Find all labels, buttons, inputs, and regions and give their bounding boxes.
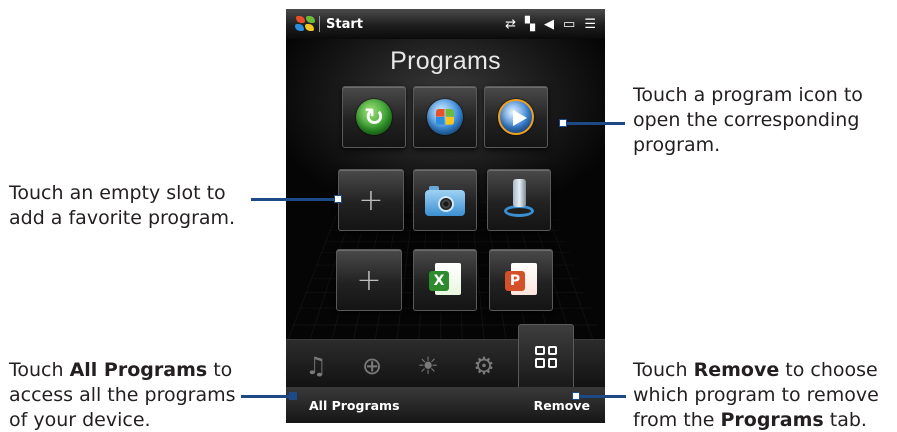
- leader-dot-remove: [572, 392, 580, 400]
- leader-line-all-programs: [241, 395, 293, 398]
- plus-icon: +: [358, 182, 384, 218]
- leader-line-program-icon: [565, 122, 625, 125]
- leader-line-remove: [576, 395, 626, 398]
- camera-icon: [425, 184, 465, 216]
- camera-tile[interactable]: [413, 169, 477, 231]
- page-title: Programs: [390, 47, 501, 75]
- internet-icon: ⊕: [361, 352, 383, 380]
- callout-all-programs: Touch All Programs to access all the pro…: [9, 359, 236, 431]
- tab-internet[interactable]: ⊕: [352, 348, 392, 384]
- programs-panel: Programs + + X P: [286, 39, 605, 344]
- callout-empty-slot: Touch an empty slot to add a favorite pr…: [9, 182, 236, 229]
- leader-dot-all-programs: [289, 392, 297, 400]
- empty-slot-1[interactable]: +: [338, 169, 404, 231]
- settings-icon: ⚙: [473, 352, 495, 380]
- menu-icon: ☰: [584, 16, 596, 32]
- excel-tile[interactable]: X: [413, 249, 477, 311]
- callout-program-icon: Touch a program icon to open the corresp…: [633, 84, 863, 156]
- signal-icon: ▚: [525, 16, 536, 32]
- phone-tile[interactable]: [487, 169, 551, 231]
- plus-icon: +: [356, 262, 382, 298]
- tab-weather[interactable]: ☀: [408, 348, 448, 384]
- leader-dot-program-icon: [559, 119, 567, 127]
- status-icons[interactable]: ⇄ ▚ ◀ ▭ ☰: [505, 17, 596, 32]
- status-bar: Start ⇄ ▚ ◀ ▭ ☰: [286, 9, 605, 39]
- weather-icon: ☀: [417, 352, 439, 380]
- programs-grid-icon: [535, 345, 557, 368]
- remove-softkey[interactable]: Remove: [534, 398, 590, 413]
- powerpoint-tile[interactable]: P: [489, 249, 553, 311]
- battery-icon: ▭: [563, 16, 576, 32]
- sync-icon: ⇄: [505, 16, 517, 32]
- music-icon: ♫: [305, 352, 327, 380]
- tab-bar: ♫ ⊕ ☀ ⚙: [286, 324, 605, 388]
- media-player-tile[interactable]: [484, 86, 548, 148]
- powerpoint-icon: P: [505, 263, 537, 297]
- windows-start-icon[interactable]: [294, 15, 316, 33]
- phone-icon: [504, 179, 534, 221]
- excel-icon: X: [429, 263, 461, 297]
- phone-screen: Start ⇄ ▚ ◀ ▭ ☰ Programs +: [286, 9, 605, 423]
- leader-line-empty-slot: [251, 198, 338, 201]
- all-programs-softkey[interactable]: All Programs: [309, 398, 400, 413]
- volume-icon: ◀: [544, 16, 555, 32]
- sync-icon: [356, 99, 392, 135]
- empty-slot-2[interactable]: +: [336, 249, 402, 311]
- leader-dot-empty-slot: [334, 195, 342, 203]
- tab-settings[interactable]: ⚙: [464, 348, 504, 384]
- media-player-icon: [498, 99, 534, 135]
- status-separator: [319, 16, 320, 32]
- callout-remove: Touch Remove to choose which program to …: [633, 359, 879, 431]
- windows-tile[interactable]: [413, 86, 477, 148]
- windows-icon: [427, 99, 463, 135]
- tab-music[interactable]: ♫: [296, 348, 336, 384]
- activesync-tile[interactable]: [342, 86, 406, 148]
- start-label[interactable]: Start: [326, 17, 363, 32]
- tab-programs[interactable]: [518, 324, 574, 388]
- softkey-bar: All Programs Remove: [286, 387, 605, 423]
